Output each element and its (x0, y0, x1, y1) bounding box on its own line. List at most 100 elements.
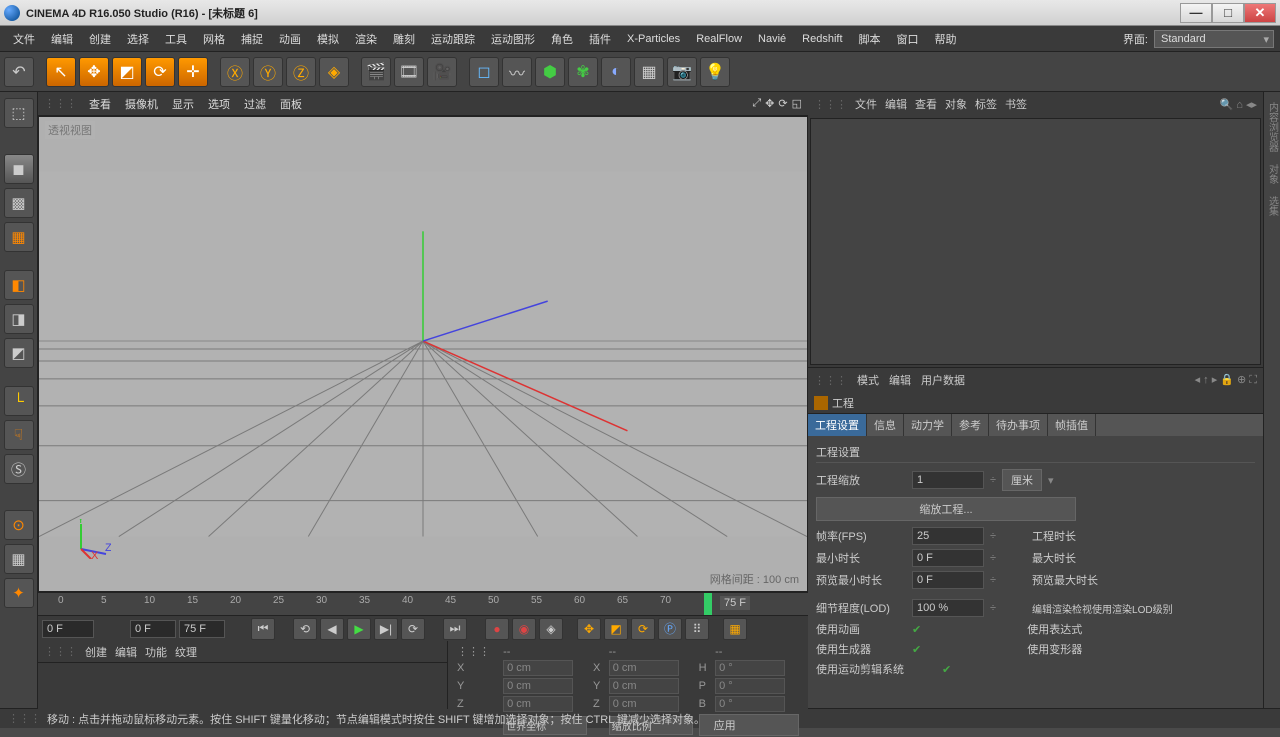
min-time-input[interactable] (912, 549, 984, 567)
playhead[interactable] (704, 593, 712, 615)
workplane-icon[interactable]: ▦ (4, 222, 34, 252)
anim-mode-icon[interactable]: ▦ (723, 618, 747, 640)
om-menu-objects[interactable]: 对象 (945, 96, 967, 112)
am-menu-mode[interactable]: 模式 (857, 372, 879, 388)
size-y[interactable] (609, 678, 679, 694)
tab-info[interactable]: 信息 (867, 414, 904, 436)
size-x[interactable] (609, 660, 679, 676)
menu-script[interactable]: 脚本 (852, 28, 888, 50)
menu-sculpt[interactable]: 雕刻 (386, 28, 422, 50)
object-tree[interactable] (810, 118, 1261, 365)
autokey-icon[interactable]: ◉ (512, 618, 536, 640)
am-menu-userdata[interactable]: 用户数据 (921, 372, 965, 388)
range-start[interactable] (42, 620, 94, 638)
move-tool-icon[interactable]: ✥ (79, 57, 109, 87)
pos-x[interactable] (503, 660, 573, 676)
layout-select[interactable]: Standard (1154, 30, 1274, 48)
pos-key-icon[interactable]: ✥ (577, 618, 601, 640)
menu-snap[interactable]: 捕捉 (234, 28, 270, 50)
y-axis-icon[interactable]: Ⓨ (253, 57, 283, 87)
menu-navie[interactable]: Navié (751, 30, 793, 48)
render-settings-icon[interactable]: 🎥 (427, 57, 457, 87)
axis-icon[interactable]: └ (4, 386, 34, 416)
grip-icon[interactable]: ⋮⋮⋮ (44, 645, 77, 658)
pla-key-icon[interactable]: ⠿ (685, 618, 709, 640)
spline-icon[interactable]: 〰 (502, 57, 532, 87)
keyframe-icon[interactable]: ◈ (539, 618, 563, 640)
last-tool-icon[interactable]: ✛ (178, 57, 208, 87)
next-key-icon[interactable]: ⟳ (401, 618, 425, 640)
deformer-icon[interactable]: ✾ (568, 57, 598, 87)
om-menu-edit[interactable]: 编辑 (885, 96, 907, 112)
menu-tools[interactable]: 工具 (158, 28, 194, 50)
tweak-icon[interactable]: ☟ (4, 420, 34, 450)
menu-xparticles[interactable]: X-Particles (620, 30, 687, 48)
menu-edit[interactable]: 编辑 (44, 28, 80, 50)
rot-h[interactable] (715, 660, 785, 676)
play-icon[interactable]: ▶ (347, 618, 371, 640)
record-icon[interactable]: ● (485, 618, 509, 640)
goto-end-icon[interactable]: ⏭ (443, 618, 467, 640)
menu-plugins[interactable]: 插件 (582, 28, 618, 50)
close-button[interactable]: ✕ (1244, 3, 1276, 23)
use-gen-checkbox[interactable]: ✔ (912, 643, 921, 656)
menu-help[interactable]: 帮助 (928, 28, 964, 50)
menu-select[interactable]: 选择 (120, 28, 156, 50)
locked-workplane-icon[interactable]: ▦ (4, 544, 34, 574)
menu-character[interactable]: 角色 (544, 28, 580, 50)
menu-window[interactable]: 窗口 (890, 28, 926, 50)
maximize-button[interactable]: □ (1212, 3, 1244, 23)
tab-todo[interactable]: 待办事项 (989, 414, 1048, 436)
bulb-icon[interactable]: 💡 (700, 57, 730, 87)
tab-dynamics[interactable]: 动力学 (904, 414, 952, 436)
menu-animate[interactable]: 动画 (272, 28, 308, 50)
tab-interp[interactable]: 帧插值 (1048, 414, 1096, 436)
side-tab[interactable]: 选集 (1265, 196, 1280, 216)
live-select-icon[interactable]: ↖ (46, 57, 76, 87)
menu-mograph[interactable]: 运动图形 (484, 28, 542, 50)
om-menu-bookmarks[interactable]: 书签 (1005, 96, 1027, 112)
vp-menu-view[interactable]: 查看 (83, 94, 117, 114)
vp-menu-panel[interactable]: 面板 (274, 94, 308, 114)
param-key-icon[interactable]: Ⓟ (658, 618, 682, 640)
mat-menu-edit[interactable]: 编辑 (115, 644, 137, 660)
snap-toggle-icon[interactable]: Ⓢ (4, 454, 34, 484)
x-axis-icon[interactable]: Ⓧ (220, 57, 250, 87)
preview-min-input[interactable] (912, 571, 984, 589)
menu-file[interactable]: 文件 (6, 28, 42, 50)
frame-start[interactable] (130, 620, 176, 638)
menu-redshift[interactable]: Redshift (795, 30, 849, 48)
goto-start-icon[interactable]: ⏮ (251, 618, 275, 640)
environment-icon[interactable]: ◐ (601, 57, 631, 87)
mat-menu-create[interactable]: 创建 (85, 644, 107, 660)
am-menu-edit[interactable]: 编辑 (889, 372, 911, 388)
model-mode-icon[interactable]: ◼ (4, 154, 34, 184)
pos-y[interactable] (503, 678, 573, 694)
scale-key-icon[interactable]: ◩ (604, 618, 628, 640)
point-mode-icon[interactable]: ◧ (4, 270, 34, 300)
unit-select[interactable]: 厘米 (1002, 469, 1042, 491)
timeline-ruler[interactable]: 0 5 10 15 20 25 30 35 40 45 50 55 60 65 … (38, 593, 808, 615)
rot-key-icon[interactable]: ⟳ (631, 618, 655, 640)
vp-nav-icon[interactable]: ⟳ (778, 97, 787, 110)
mat-menu-texture[interactable]: 纹理 (175, 644, 197, 660)
apply-button[interactable]: 应用 (699, 714, 799, 736)
vp-menu-display[interactable]: 显示 (166, 94, 200, 114)
cube-primitive-icon[interactable]: ◻ (469, 57, 499, 87)
prev-key-icon[interactable]: ⟲ (293, 618, 317, 640)
rotate-tool-icon[interactable]: ⟳ (145, 57, 175, 87)
rot-b[interactable] (715, 696, 785, 712)
next-frame-icon[interactable]: ▶| (374, 618, 398, 640)
vp-nav-icon[interactable]: ◱ (792, 97, 802, 110)
light-icon[interactable]: 📷 (667, 57, 697, 87)
render-view-icon[interactable]: 🎬 (361, 57, 391, 87)
vp-menu-options[interactable]: 选项 (202, 94, 236, 114)
search-icon[interactable]: 🔍 ⌂ ◂▸ (1220, 98, 1258, 111)
generator-icon[interactable]: ⬢ (535, 57, 565, 87)
make-editable-icon[interactable]: ⬚ (4, 98, 34, 128)
menu-mesh[interactable]: 网格 (196, 28, 232, 50)
om-menu-tags[interactable]: 标签 (975, 96, 997, 112)
undo-icon[interactable]: ↶ (4, 57, 34, 87)
tab-reference[interactable]: 参考 (952, 414, 989, 436)
menu-motion-tracker[interactable]: 运动跟踪 (424, 28, 482, 50)
